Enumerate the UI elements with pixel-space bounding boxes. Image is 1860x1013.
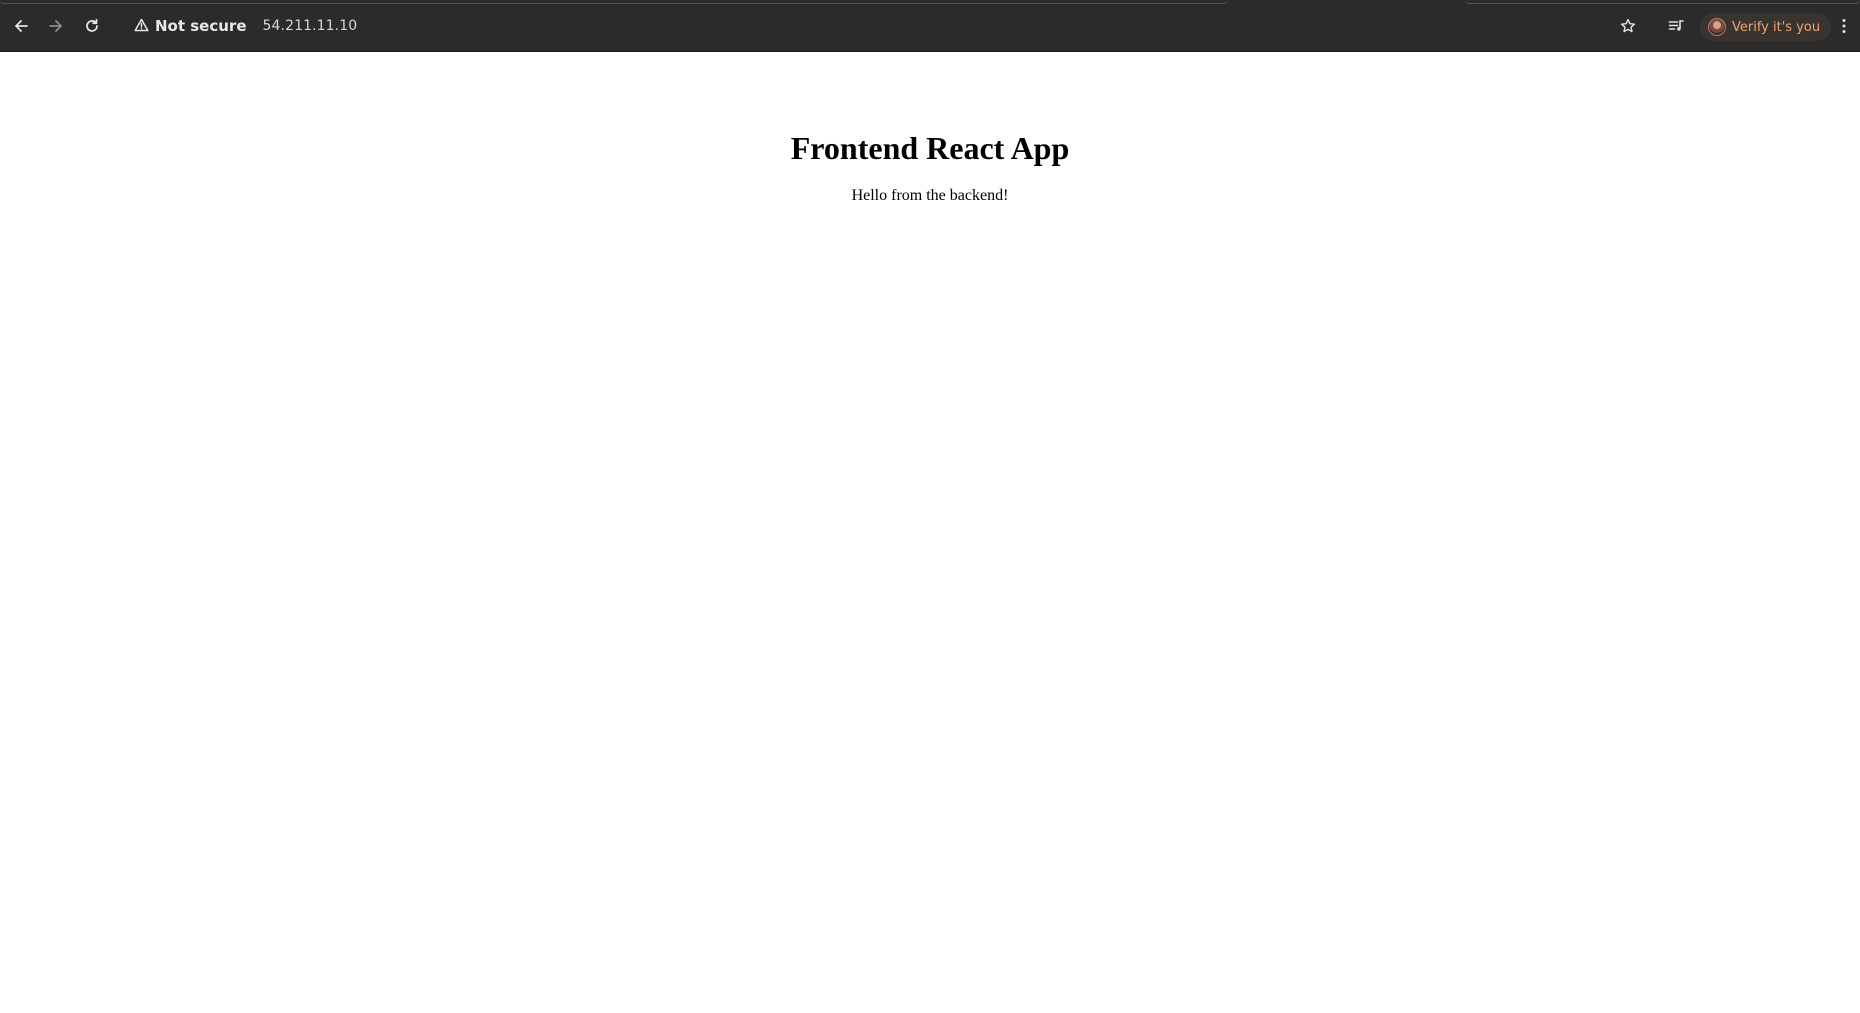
media-controls-icon xyxy=(1668,18,1684,34)
inactive-tab-edge[interactable] xyxy=(1465,0,1860,4)
tab-strip-edge xyxy=(0,0,1860,4)
forward-button[interactable] xyxy=(42,12,70,40)
bookmark-button[interactable] xyxy=(1614,12,1642,40)
browser-menu-button[interactable] xyxy=(1832,12,1856,40)
star-icon xyxy=(1620,18,1636,34)
arrow-right-icon xyxy=(48,18,64,34)
active-tab-edge[interactable] xyxy=(0,0,1228,4)
profile-verify-button[interactable]: Verify it's you xyxy=(1700,13,1832,41)
avatar xyxy=(1708,18,1726,36)
security-label: Not secure xyxy=(155,17,247,35)
warning-triangle-icon xyxy=(134,17,149,36)
page-content: Frontend React App Hello from the backen… xyxy=(0,52,1860,1013)
address-bar[interactable]: Not secure 54.211.11.10 xyxy=(118,8,367,44)
backend-message: Hello from the backend! xyxy=(851,187,1009,204)
kebab-menu-icon xyxy=(1841,18,1847,34)
arrow-left-icon xyxy=(13,18,29,34)
page-title: Frontend React App xyxy=(790,130,1070,166)
security-chip[interactable]: Not secure xyxy=(128,12,255,40)
media-controls-button[interactable] xyxy=(1662,12,1690,40)
reload-icon xyxy=(84,18,100,34)
back-button[interactable] xyxy=(7,12,35,40)
url-text[interactable]: 54.211.11.10 xyxy=(263,18,358,34)
profile-verify-label: Verify it's you xyxy=(1732,19,1821,35)
reload-button[interactable] xyxy=(78,12,106,40)
browser-toolbar: Not secure 54.211.11.10 Verify it's you xyxy=(0,0,1860,52)
